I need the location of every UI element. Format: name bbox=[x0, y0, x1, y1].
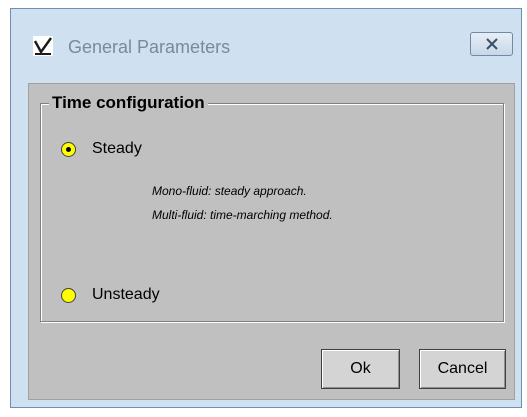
check-mark-app-icon bbox=[33, 36, 53, 56]
steady-option[interactable]: Steady bbox=[61, 140, 142, 158]
dialog-body: Time configuration Steady Mono-fluid: st… bbox=[28, 83, 515, 400]
unsteady-label: Unsteady bbox=[92, 286, 160, 303]
description-line-1: Mono-fluid: steady approach. bbox=[152, 184, 307, 198]
close-icon bbox=[486, 38, 498, 50]
window-title: General Parameters bbox=[68, 37, 231, 57]
time-configuration-group: Time configuration Steady Mono-fluid: st… bbox=[40, 93, 504, 322]
dialog-window: General Parameters Time configuration St… bbox=[10, 8, 522, 408]
steady-radio[interactable] bbox=[61, 141, 76, 157]
description-line-2: Multi-fluid: time-marching method. bbox=[152, 208, 333, 222]
unsteady-option[interactable]: Unsteady bbox=[61, 286, 160, 304]
cancel-button[interactable]: Cancel bbox=[419, 349, 506, 389]
ok-button[interactable]: Ok bbox=[321, 349, 400, 389]
unsteady-radio[interactable] bbox=[61, 287, 76, 303]
group-title: Time configuration bbox=[49, 93, 208, 113]
close-button[interactable] bbox=[470, 32, 513, 56]
radio-selected-dot bbox=[66, 146, 71, 152]
title-bar[interactable]: General Parameters bbox=[11, 9, 521, 85]
steady-label: Steady bbox=[92, 140, 142, 157]
